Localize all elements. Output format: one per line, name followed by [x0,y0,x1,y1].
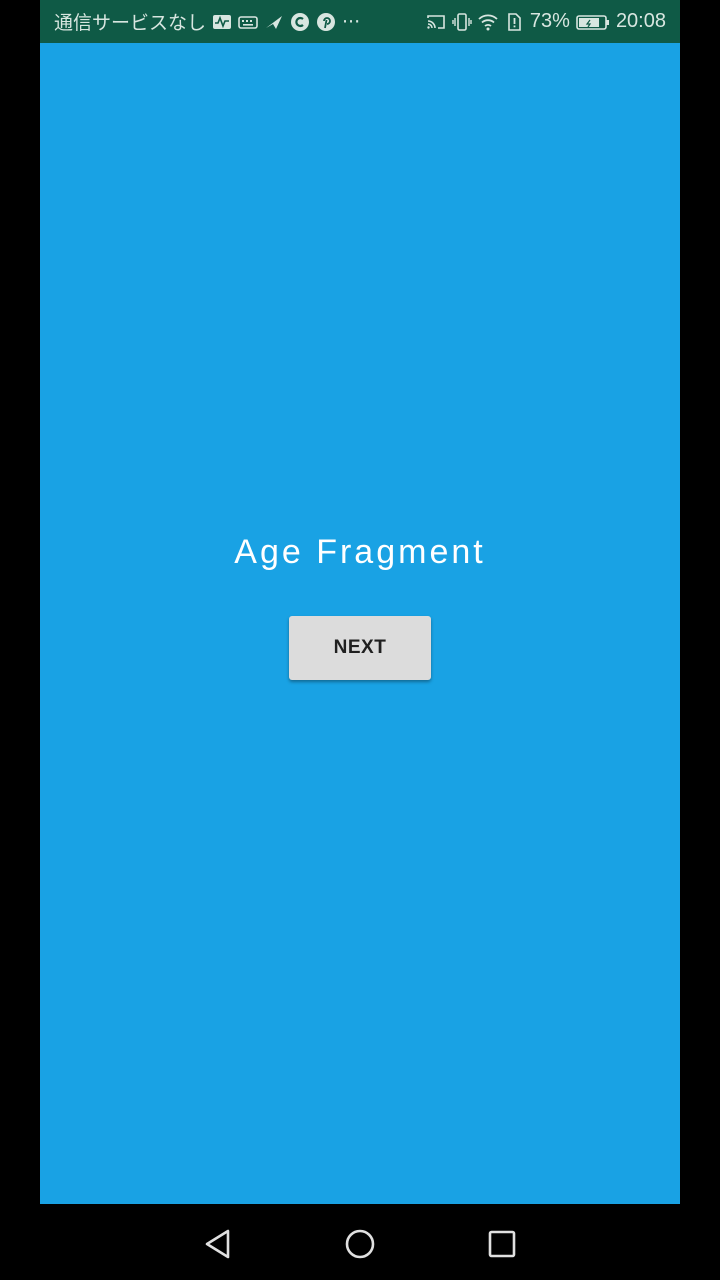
pinterest-icon [316,12,336,32]
clock: 20:08 [615,10,666,32]
wifi-icon [478,12,498,32]
page-title: Age Fragment [234,533,486,571]
c-app-icon [290,12,310,32]
status-left: 通信サービスなし ··· [54,8,360,35]
battery-icon [576,12,610,32]
sim-alert-icon [504,12,524,32]
cast-icon [426,12,446,32]
home-icon[interactable] [340,1224,380,1264]
phone-screen: 通信サービスなし ··· 73% 20:08 Age Fragment NEXT [0,0,720,1280]
send-icon [264,12,284,32]
status-right: 73% 20:08 [426,10,666,33]
navigation-bar [0,1204,720,1280]
recents-icon[interactable] [482,1224,522,1264]
next-button[interactable]: NEXT [289,616,431,680]
age-fragment-container: Age Fragment NEXT [40,43,680,1204]
overflow-indicator: ··· [342,10,361,33]
back-icon[interactable] [198,1224,238,1264]
carrier-label: 通信サービスなし [54,12,207,34]
vibrate-icon [452,12,472,32]
keyboard-icon [238,12,258,32]
battery-percent: 73% [529,10,570,32]
status-bar: 通信サービスなし ··· 73% 20:08 [40,0,680,43]
activity-icon [212,12,232,32]
